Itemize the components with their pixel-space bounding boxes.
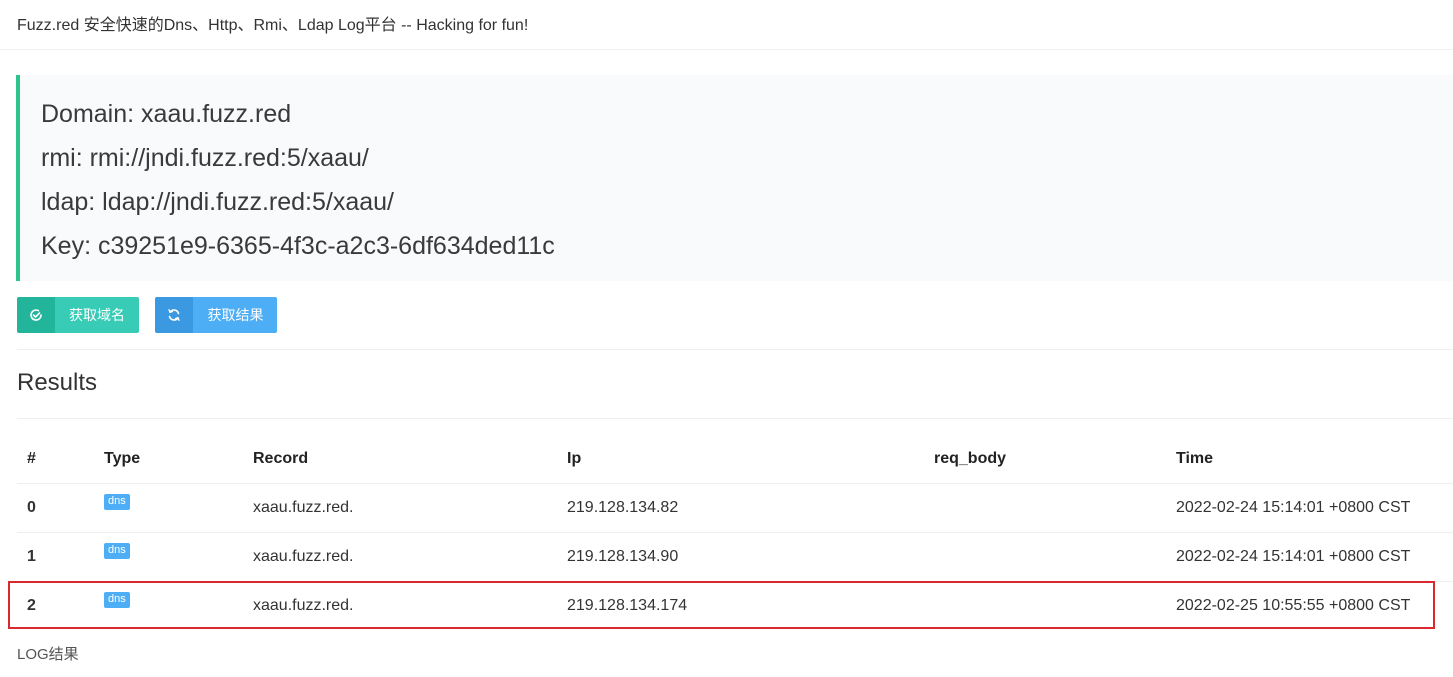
row-ip: 219.128.134.90 <box>567 548 679 565</box>
refresh-icon <box>155 297 194 333</box>
key-line: Key: c39251e9-6365-4f3c-a2c3-6df634ded11… <box>41 232 555 260</box>
row-index: 2 <box>27 597 36 614</box>
results-table: # Type Record Ip req_body Time 0 dns xaa… <box>17 436 1453 630</box>
type-badge: dns <box>104 543 130 559</box>
table-row: 0 dns xaau.fuzz.red. 219.128.134.82 2022… <box>17 484 1453 533</box>
log-result-caption: LOG结果 <box>17 646 79 663</box>
column-header-index: # <box>27 450 36 467</box>
row-time: 2022-02-24 15:14:01 +0800 CST <box>1176 499 1411 516</box>
domain-line: Domain: xaau.fuzz.red <box>41 100 292 128</box>
column-header-record: Record <box>253 450 309 467</box>
row-record: xaau.fuzz.red. <box>253 597 354 614</box>
type-badge: dns <box>104 592 130 608</box>
check-circle-icon <box>17 297 55 333</box>
row-time: 2022-02-25 10:55:55 +0800 CST <box>1176 597 1411 614</box>
column-header-time: Time <box>1176 450 1214 467</box>
results-heading: Results <box>17 369 98 396</box>
row-ip: 219.128.134.174 <box>567 597 688 614</box>
row-record: xaau.fuzz.red. <box>253 499 354 516</box>
rmi-line: rmi: rmi://jndi.fuzz.red:5/xaau/ <box>41 144 369 172</box>
column-header-ip: Ip <box>567 450 582 467</box>
row-record: xaau.fuzz.red. <box>253 548 354 565</box>
table-row: 2 dns xaau.fuzz.red. 219.128.134.174 202… <box>17 582 1453 630</box>
row-index: 0 <box>27 499 36 516</box>
page-header: Fuzz.red 安全快速的Dns、Http、Rmi、Ldap Log平台 --… <box>0 0 1453 50</box>
type-badge: dns <box>104 494 130 510</box>
divider <box>17 418 1453 419</box>
header-title: Fuzz.red 安全快速的Dns、Http、Rmi、Ldap Log平台 --… <box>17 17 529 34</box>
get-results-button[interactable]: 获取结果 <box>155 297 278 333</box>
ldap-line: ldap: ldap://jndi.fuzz.red:5/xaau/ <box>41 188 395 216</box>
info-panel: Domain: xaau.fuzz.red rmi: rmi://jndi.fu… <box>16 75 1453 281</box>
divider <box>17 349 1453 350</box>
table-row: 1 dns xaau.fuzz.red. 219.128.134.90 2022… <box>17 533 1453 582</box>
row-ip: 219.128.134.82 <box>567 499 679 516</box>
row-time: 2022-02-24 15:14:01 +0800 CST <box>1176 548 1411 565</box>
row-index: 1 <box>27 548 36 565</box>
column-header-req-body: req_body <box>934 450 1007 467</box>
table-header-row: # Type Record Ip req_body Time <box>17 436 1453 484</box>
get-results-label: 获取结果 <box>193 297 278 333</box>
action-buttons: 获取域名 获取结果 <box>17 297 278 333</box>
get-domain-label: 获取域名 <box>55 297 139 333</box>
get-domain-button[interactable]: 获取域名 <box>17 297 139 333</box>
column-header-type: Type <box>104 450 141 467</box>
